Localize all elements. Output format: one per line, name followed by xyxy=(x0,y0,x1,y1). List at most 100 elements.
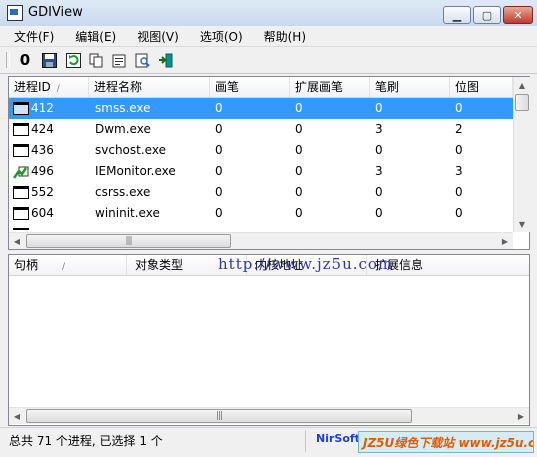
cell-bitmap: 0 xyxy=(455,143,463,157)
watermark-badge: JZ5U绿色下载站 www.jz5u.com xyxy=(358,431,534,453)
cell-pen: 0 xyxy=(215,164,223,178)
process-vscroll-thumb[interactable] xyxy=(515,94,529,111)
close-button[interactable]: ✕ xyxy=(503,6,533,24)
window-icon xyxy=(13,207,29,220)
zero-button[interactable]: 0 xyxy=(16,51,34,69)
scroll-right-arrow[interactable]: ▶ xyxy=(513,408,529,424)
table-row[interactable]: 436 svchost.exe 0 0 0 0 xyxy=(9,140,513,161)
table-row[interactable]: 552 csrss.exe 0 0 0 0 xyxy=(9,182,513,203)
find-button[interactable] xyxy=(133,51,151,69)
table-row[interactable]: 604 wininit.exe 0 0 0 0 xyxy=(9,203,513,224)
exit-icon xyxy=(158,53,172,67)
col-header-name[interactable]: 进程名称 xyxy=(89,77,210,97)
save-button[interactable] xyxy=(40,51,58,69)
menu-view[interactable]: 视图(V) xyxy=(123,26,186,46)
sort-asc-icon: / xyxy=(62,262,66,272)
monitor-app-icon xyxy=(12,165,29,179)
properties-icon xyxy=(112,54,125,67)
copy-icon xyxy=(89,53,102,67)
cell-bitmap: 0 xyxy=(455,101,463,115)
window-icon xyxy=(13,228,29,230)
cell-pid: 496 xyxy=(31,164,54,178)
grip-icon: ||| xyxy=(125,236,132,246)
status-separator xyxy=(305,430,306,452)
cell-brush: 0 xyxy=(375,143,383,157)
scroll-down-arrow[interactable]: ▼ xyxy=(514,216,530,232)
menu-help[interactable]: 帮助(H) xyxy=(250,26,313,46)
cell-brush: 0 xyxy=(375,206,383,220)
cell-ext-pen: 0 xyxy=(295,122,303,136)
process-vscrollbar[interactable]: ▲ ▼ xyxy=(513,77,530,232)
cell-process-name: Dwm.exe xyxy=(95,122,151,136)
table-row[interactable]: 424 Dwm.exe 0 0 3 2 xyxy=(9,119,513,140)
col-header-handle[interactable]: 句柄 / xyxy=(9,255,127,275)
cell-pen: 0 xyxy=(215,122,223,136)
cell-bitmap: 0 xyxy=(455,185,463,199)
cell-pen: 0 xyxy=(215,143,223,157)
cell-pid: 424 xyxy=(31,122,54,136)
exit-button[interactable] xyxy=(156,51,174,69)
cell-pen: 0 xyxy=(215,185,223,199)
window-icon xyxy=(13,102,29,115)
maximize-button[interactable]: ▢ xyxy=(473,6,501,24)
col-header-pen[interactable]: 画笔 xyxy=(210,77,290,97)
cell-ext-pen: 0 xyxy=(295,101,303,115)
process-list-header: 进程ID / 进程名称 画笔 扩展画笔 笔刷 位图 xyxy=(9,77,513,98)
nirsoft-link[interactable]: NirSoft xyxy=(316,432,360,445)
col-header-bitmap[interactable]: 位图 xyxy=(450,77,513,97)
watermark-url: http://www.jz5u.com xyxy=(218,255,394,273)
minimize-button[interactable]: ▁ xyxy=(443,6,471,24)
window-icon xyxy=(13,144,29,157)
copy-button[interactable] xyxy=(87,51,105,69)
cell-pid: 552 xyxy=(31,185,54,199)
table-row[interactable]: 496 IEMonitor.exe 0 0 3 3 xyxy=(9,161,513,182)
window-icon xyxy=(13,123,29,136)
table-row[interactable]: 412 smss.exe 0 0 0 0 xyxy=(9,98,513,119)
cell-pid: 436 xyxy=(31,143,54,157)
cell-process-name: smss.exe xyxy=(95,101,151,115)
col-header-ext-pen[interactable]: 扩展画笔 xyxy=(290,77,370,97)
handle-list[interactable]: 句柄 / 对象类型 内核地址 扩展信息 ◀ ||| ▶ xyxy=(8,254,530,426)
cell-brush: 0 xyxy=(375,185,383,199)
window-icon xyxy=(13,186,29,199)
menu-options[interactable]: 选项(O) xyxy=(186,26,250,46)
process-hscroll-thumb[interactable]: ||| xyxy=(26,234,231,248)
cell-process-name: csrss.exe xyxy=(95,185,151,199)
process-hscrollbar[interactable]: ◀ ||| ▶ xyxy=(9,232,513,249)
cell-brush: 3 xyxy=(375,122,383,136)
cell-pid: 412 xyxy=(31,101,54,115)
col-pid-label: 进程ID xyxy=(14,80,51,94)
process-list[interactable]: 进程ID / 进程名称 画笔 扩展画笔 笔刷 位图 412 smss.exe 0 0 0 0… xyxy=(8,76,530,250)
scroll-left-arrow[interactable]: ◀ xyxy=(9,408,25,424)
status-summary: 总共 71 个进程, 已选择 1 个 xyxy=(9,434,163,448)
handle-hscrollbar[interactable]: ◀ ||| ▶ xyxy=(9,407,529,424)
properties-button[interactable] xyxy=(110,51,128,69)
menu-bar: 文件(F) 编辑(E) 视图(V) 选项(O) 帮助(H) xyxy=(0,26,537,46)
col-header-brush[interactable]: 笔刷 xyxy=(370,77,450,97)
app-icon xyxy=(7,5,23,21)
handle-hscroll-thumb[interactable]: ||| xyxy=(26,409,412,423)
cell-pen: 0 xyxy=(215,101,223,115)
menu-edit[interactable]: 编辑(E) xyxy=(61,26,123,46)
scroll-right-arrow[interactable]: ▶ xyxy=(497,233,513,249)
save-icon xyxy=(41,52,57,68)
process-rows: 412 smss.exe 0 0 0 0 424 Dwm.exe 0 0 3 2 436 svchost.… xyxy=(9,98,513,230)
cell-ext-pen: 0 xyxy=(295,185,303,199)
cell-brush: 3 xyxy=(375,164,383,178)
col-header-pid[interactable]: 进程ID / xyxy=(9,77,89,97)
cell-brush: 0 xyxy=(375,101,383,115)
refresh-icon xyxy=(65,52,81,68)
cell-process-name: wininit.exe xyxy=(95,206,160,220)
title-bar[interactable]: GDIView ▁ ▢ ✕ xyxy=(0,0,537,27)
cell-process-name: IEMonitor.exe xyxy=(95,164,176,178)
grip-icon: ||| xyxy=(215,411,223,421)
scroll-up-arrow[interactable]: ▲ xyxy=(514,77,530,93)
cell-process-name: svchost.exe xyxy=(95,143,166,157)
cell-ext-pen: 0 xyxy=(295,164,303,178)
toolbar-separator xyxy=(6,52,10,68)
cell-bitmap: 3 xyxy=(455,164,463,178)
refresh-button[interactable] xyxy=(64,51,82,69)
menu-file[interactable]: 文件(F) xyxy=(0,26,61,46)
cell-bitmap: 2 xyxy=(455,122,463,136)
scroll-left-arrow[interactable]: ◀ xyxy=(9,233,25,249)
